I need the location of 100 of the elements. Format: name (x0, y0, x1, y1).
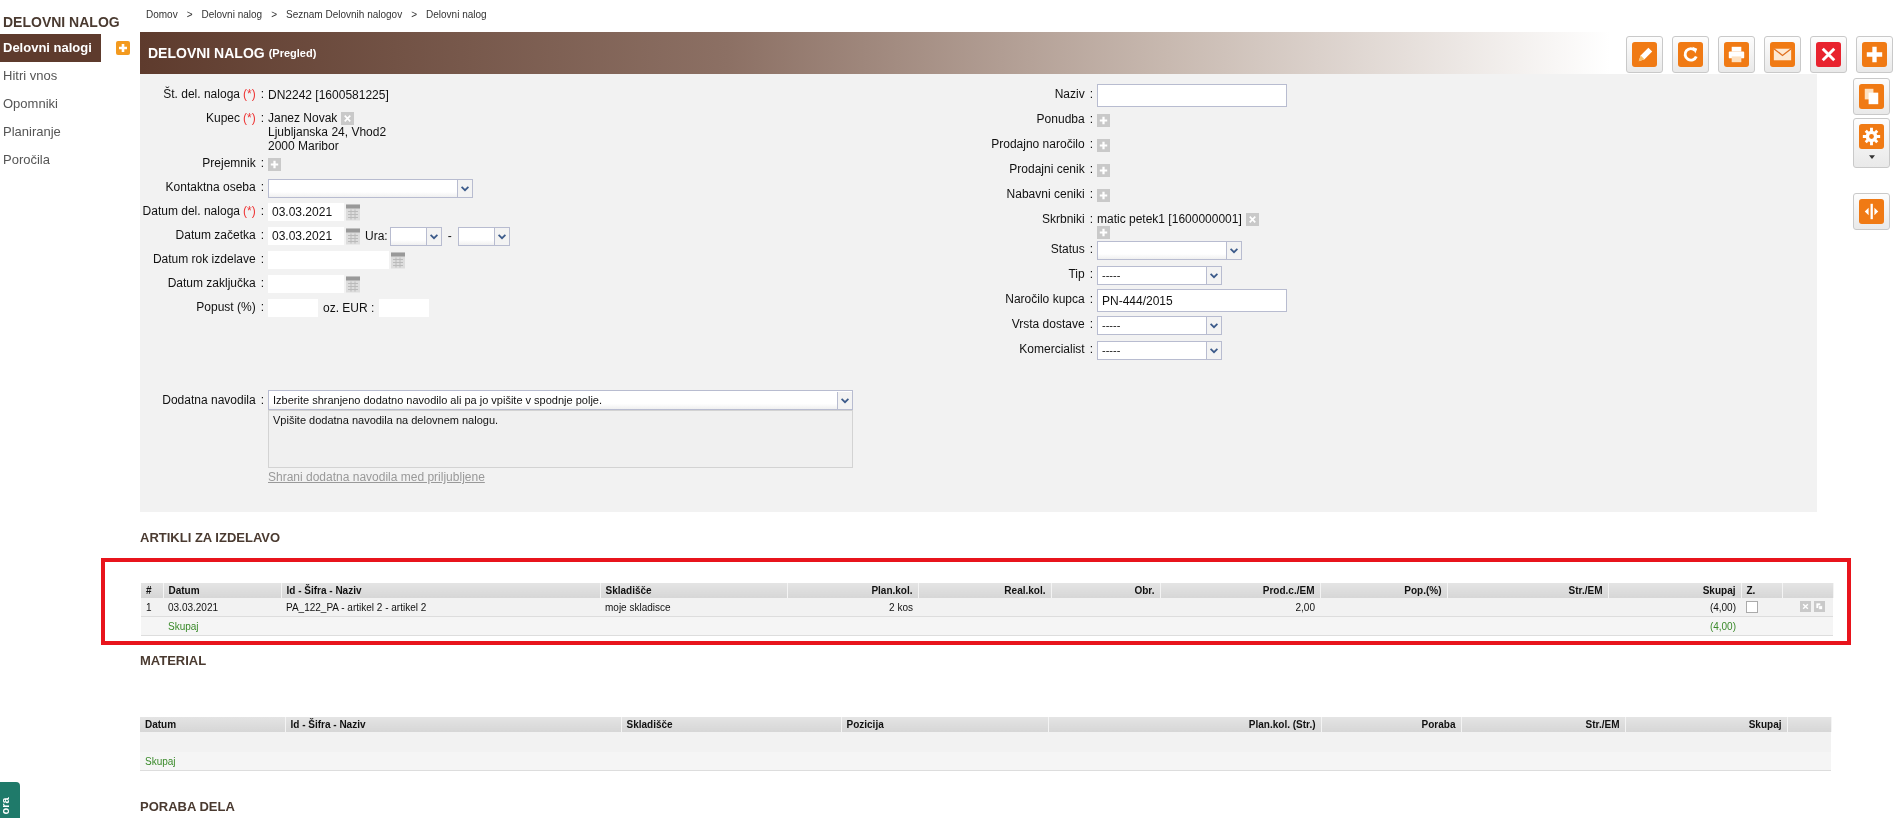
field-label: Prodajni cenik (1009, 162, 1085, 176)
print-button[interactable] (1718, 36, 1755, 73)
sidebar-item[interactable]: Planiranje (0, 118, 101, 146)
plus-icon[interactable] (268, 157, 281, 171)
label-colon: : (260, 300, 264, 314)
close-icon[interactable] (341, 111, 355, 125)
close-icon[interactable] (1245, 212, 1259, 226)
refresh-button[interactable] (1672, 36, 1709, 73)
caret-icon (1868, 155, 1875, 159)
field-value: matic petek1 [1600000001] (1097, 212, 1242, 226)
section-title: MATERIAL (140, 652, 208, 670)
breadcrumb-separator: > (411, 8, 417, 20)
copy-button[interactable] (1853, 78, 1890, 115)
section-title: ARTIKLI ZA IZDELAVO (140, 529, 282, 547)
label-colon: : (260, 204, 264, 218)
feedback-tab[interactable]: ora (0, 782, 20, 818)
label-colon: : (1089, 187, 1093, 201)
field-label: Prodajno naročilo (991, 137, 1085, 151)
sidebar-item[interactable]: Poročila (0, 146, 101, 174)
column-header: Skupaj (1625, 717, 1787, 732)
label-colon: : (1089, 87, 1093, 101)
column-header: Id - Šifra - Naziv (281, 583, 600, 598)
dropdown[interactable]: Izberite shranjeno dodatno navodilo ali pa jo vpišite v spodnje polje. (268, 390, 853, 410)
delete-button[interactable] (1810, 36, 1847, 73)
dropdown[interactable] (268, 178, 473, 198)
text-area[interactable]: Vpišite dodatna navodila na delovnem nalogu. (268, 410, 853, 468)
field-label: Popust (%) (196, 300, 256, 314)
label-colon: : (1089, 212, 1093, 226)
calendar-icon[interactable] (346, 275, 360, 293)
dropdown[interactable] (1097, 240, 1242, 260)
calendar-icon[interactable] (391, 251, 405, 269)
table-cell: 2,00 (1295, 601, 1315, 613)
gear-icon (1859, 124, 1884, 149)
caret-icon (1206, 266, 1221, 284)
field-label: Kontaktna oseba (165, 180, 256, 194)
column-header: Pozicija (841, 717, 1048, 732)
label-colon: : (1089, 267, 1093, 281)
sidebar-item[interactable]: Delovni nalogi (0, 34, 101, 62)
input-field[interactable] (1097, 84, 1287, 107)
hour-dropdown[interactable] (457, 226, 510, 246)
column-header: Datum (140, 717, 285, 732)
copy-icon[interactable] (1814, 600, 1825, 612)
breadcrumb-link[interactable]: Delovni nalog (426, 8, 487, 20)
hour-dropdown[interactable] (389, 226, 442, 246)
breadcrumb-separator: > (271, 8, 277, 20)
column-header: Str./EM (1461, 717, 1625, 732)
plus-icon[interactable] (1097, 113, 1110, 127)
split-button[interactable] (1853, 193, 1890, 230)
column-header: Z. (1741, 583, 1782, 598)
breadcrumb-separator: > (186, 8, 193, 20)
page-title: DELOVNI NALOG (148, 45, 265, 61)
field-label: oz. EUR : (323, 301, 375, 315)
field-label: Vrsta dostave (1011, 317, 1085, 331)
plus-icon[interactable] (1097, 138, 1110, 152)
dropdown[interactable]: ----- (1097, 315, 1222, 335)
time-separator: - (447, 229, 452, 243)
dropdown[interactable]: ----- (1097, 265, 1222, 285)
field-label: Ponudba (1036, 112, 1085, 126)
breadcrumb-link[interactable]: Delovni nalog (201, 8, 263, 20)
sidebar-item[interactable]: Hitri vnos (0, 62, 101, 90)
checkbox[interactable] (1746, 601, 1758, 614)
plus-icon[interactable] (1097, 226, 1110, 239)
plus-icon[interactable] (116, 41, 130, 55)
plus-icon[interactable] (1097, 163, 1110, 177)
input-field[interactable]: PN-444/2015 (1097, 289, 1287, 312)
label-colon: : (1089, 112, 1093, 126)
date-field[interactable]: 03.03.2021 (268, 227, 344, 245)
calendar-icon[interactable] (346, 227, 360, 245)
label-colon: : (260, 156, 264, 170)
section-title: DELOVNI NALOG (2, 14, 121, 30)
field-label: Nabavni ceniki (1006, 187, 1085, 201)
column-header: Pop.(%) (1320, 583, 1447, 598)
column-header: Str./EM (1447, 583, 1608, 598)
field-label: Datum začetka (175, 228, 256, 242)
date-field[interactable]: 03.03.2021 (268, 203, 344, 221)
label-colon: : (260, 228, 264, 242)
caret-icon (425, 227, 441, 245)
field-value: DN2242 [1600581225] (268, 88, 389, 102)
caret-icon (493, 227, 509, 245)
field-label: Naročilo kupca (1005, 292, 1085, 306)
breadcrumb-link[interactable]: Domov (146, 8, 178, 20)
label-colon: : (260, 252, 264, 266)
sidebar-item[interactable]: Opomniki (0, 90, 101, 118)
settings-button[interactable] (1853, 118, 1890, 168)
mail-button[interactable] (1764, 36, 1801, 73)
edit-button[interactable] (1626, 36, 1663, 73)
add-button[interactable] (1856, 36, 1893, 73)
customer-name: Janez Novak (268, 111, 338, 125)
table-cell: 1 (146, 601, 152, 613)
field-label: Prejemnik (202, 156, 256, 170)
plus-icon[interactable] (1097, 188, 1110, 202)
breadcrumb-link[interactable]: Seznam Delovnih nalogov (286, 8, 403, 20)
address-line: 2000 Maribor (268, 139, 340, 153)
field-label: Kupec (205, 111, 240, 125)
field-label: Št. del. naloga (163, 87, 240, 101)
calendar-icon[interactable] (346, 203, 360, 221)
label-colon: : (260, 180, 264, 194)
close-icon[interactable] (1800, 600, 1811, 612)
dropdown[interactable]: ----- (1097, 340, 1222, 360)
column-header: Plan.kol. (Str.) (1048, 717, 1321, 732)
